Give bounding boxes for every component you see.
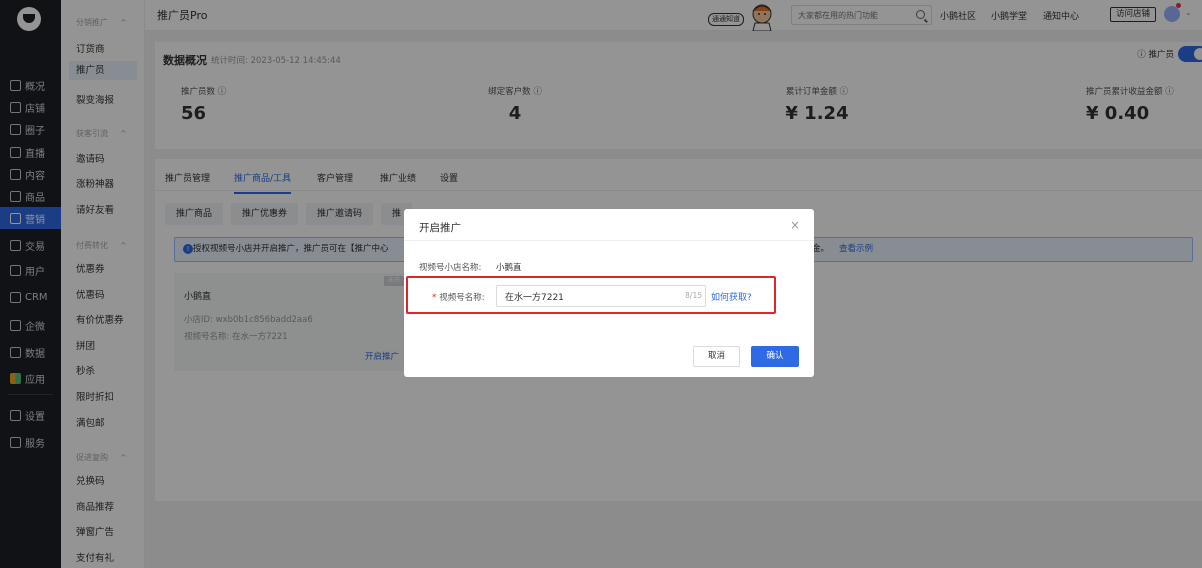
how-to-get-link[interactable]: 如何获取?: [711, 290, 752, 303]
enable-promotion-dialog: 开启推广 × 视频号小店名称: 小鹅直 *视频号名称: 8/15 如何获取? 取…: [404, 209, 814, 377]
video-name-input[interactable]: [505, 286, 675, 306]
dialog-divider: [404, 240, 814, 241]
cancel-button[interactable]: 取消: [693, 346, 740, 367]
char-counter: 8/15: [685, 291, 702, 300]
dialog-title: 开启推广: [419, 222, 461, 234]
close-icon[interactable]: ×: [790, 218, 800, 232]
video-name-field[interactable]: 8/15: [496, 285, 706, 307]
shop-name-value: 小鹅直: [496, 263, 522, 273]
confirm-button[interactable]: 确认: [751, 346, 799, 367]
shop-name-label: 视频号小店名称:: [419, 263, 482, 273]
video-name-label: * 视频号名称:: [432, 293, 485, 303]
